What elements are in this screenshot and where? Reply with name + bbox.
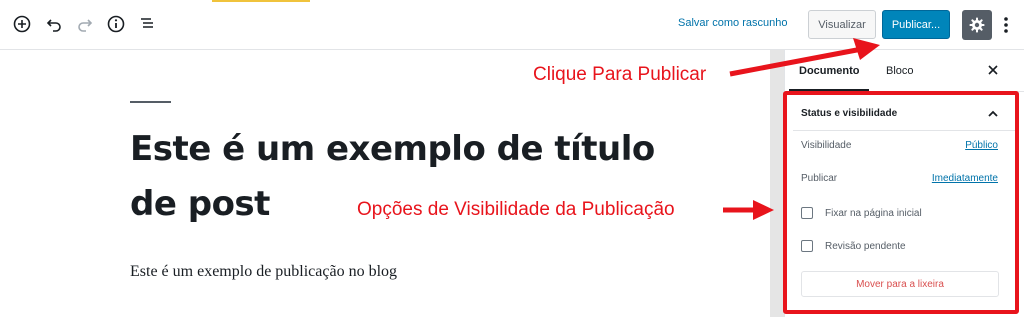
add-block-icon[interactable] (12, 14, 32, 34)
redo-icon[interactable] (75, 14, 95, 34)
visibility-highlight-box (783, 91, 1019, 314)
preview-button[interactable]: Visualizar (808, 10, 876, 39)
sidebar-tabs: Documento Bloco (785, 50, 1024, 92)
settings-button[interactable] (962, 10, 992, 40)
toolbar-accent-line (212, 0, 310, 2)
info-icon[interactable] (106, 14, 126, 34)
close-sidebar-button[interactable] (985, 62, 1001, 78)
undo-icon[interactable] (44, 14, 64, 34)
scrollbar[interactable] (770, 50, 784, 317)
publish-callout: Clique Para Publicar (533, 64, 707, 85)
more-vertical-icon (1004, 17, 1008, 33)
post-paragraph[interactable]: Este é um exemplo de publicação no blog (130, 263, 397, 281)
editor-page: Salvar como rascunho Visualizar Publicar… (0, 0, 1024, 317)
tab-document[interactable]: Documento (799, 65, 860, 77)
tab-block[interactable]: Bloco (886, 65, 914, 77)
visibility-arrow-icon (723, 200, 774, 220)
close-icon (988, 65, 998, 75)
more-options-button[interactable] (998, 13, 1014, 37)
top-toolbar: Salvar como rascunho Visualizar Publicar… (0, 0, 1024, 50)
separator-block[interactable] (130, 101, 171, 103)
visibility-callout: Opções de Visibilidade da Publicação (357, 199, 675, 220)
save-draft-link[interactable]: Salvar como rascunho (678, 17, 787, 29)
gear-icon (969, 17, 985, 33)
publish-button[interactable]: Publicar... (882, 10, 950, 39)
block-navigation-icon[interactable] (137, 14, 157, 34)
